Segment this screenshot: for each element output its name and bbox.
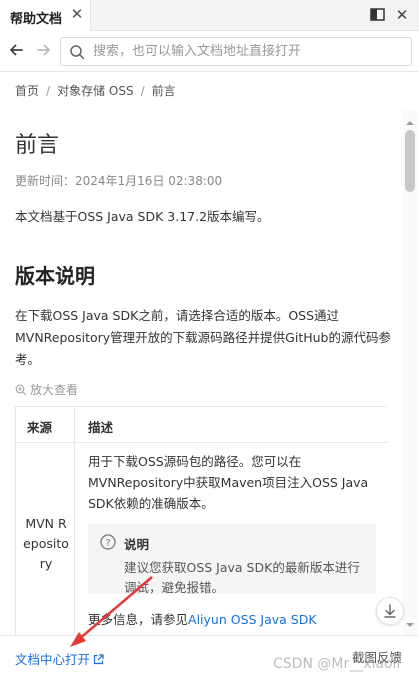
table-header: 来源 描述 [16,407,388,443]
zoom-button[interactable]: 放大查看 [15,381,78,398]
section-description: 在下载OSS Java SDK之前，请选择合适的版本。OSS通过MVNRepos… [15,308,391,367]
external-link-icon [93,653,104,665]
source-cell: MVN Repository [23,516,69,571]
section-title: 版本说明 [15,264,95,288]
sdk-link[interactable]: Aliyun OSS Java SDK [188,612,317,627]
scroll-down-icon[interactable] [406,618,414,627]
header-description: 描述 [88,420,114,435]
description-cell: 用于下载OSS源码包的路径。您可以在MVNRepository中获取Maven项… [88,454,369,511]
open-in-doc-center-link[interactable]: 文档中心打开 [15,649,104,668]
open-in-doc-center-label: 文档中心打开 [15,652,91,667]
breadcrumb-oss[interactable]: 对象存储 OSS [57,84,134,98]
version-table: 来源 描述 MVN Repository 用于下载OSS源码包的路径。您可以在M… [15,406,388,635]
tab-title: 帮助文档 [10,12,63,27]
scroll-up-icon[interactable] [406,116,414,125]
zoom-in-icon [15,384,27,396]
note-body: 建议您获取OSS Java SDK的最新版本进行调试，避免报错。 [124,560,360,595]
scroll-to-bottom-button[interactable] [376,597,404,625]
split-view-icon[interactable] [368,6,388,24]
close-icon[interactable]: ✕ [68,5,86,23]
zoom-label: 放大查看 [30,383,79,397]
tab-bar: 帮助文档 ✕ ✕ [0,0,419,31]
arrow-left-icon[interactable] [5,39,27,61]
screenshot-feedback-button[interactable]: 截图反馈 [352,647,402,666]
svg-text:?: ? [105,538,110,549]
scroll-thumb[interactable] [405,130,415,192]
navigation-bar [0,31,419,72]
intro-text: 本文档基于OSS Java SDK 3.17.2版本编写。 [15,209,270,224]
arrow-right-icon[interactable] [33,39,55,61]
note-box: ? 说明 建议您获取OSS Java SDK的最新版本进行调试，避免报错。 [88,524,376,595]
search-icon [69,44,85,60]
breadcrumb-current: 前言 [151,84,176,98]
update-time: 更新时间：2024年1月16日 02:38:00 [15,174,223,188]
question-icon: ? [100,534,116,550]
footer-bar: CSDN @Mr__xiaoli 文档中心打开 截图反馈 [0,635,419,679]
window-close-icon[interactable]: ✕ [392,6,412,24]
breadcrumb: 首页 / 对象存储 OSS / 前言 [15,82,176,99]
header-source: 来源 [27,420,53,435]
note-title: 说明 [124,537,150,552]
tab-help-docs[interactable]: 帮助文档 ✕ [0,0,91,31]
breadcrumb-home[interactable]: 首页 [15,84,39,98]
search-box[interactable] [60,37,412,66]
search-input[interactable] [93,41,403,62]
article-content[interactable]: 前言 更新时间：2024年1月16日 02:38:00 本文档基于OSS Jav… [0,110,402,635]
more-info-prefix: 更多信息，请参见 [88,612,189,627]
breadcrumb-separator: / [140,84,145,98]
breadcrumb-separator: / [46,84,51,98]
more-info: 更多信息，请参见Aliyun OSS Java SDK [88,609,317,628]
download-arrow-icon [384,604,396,618]
scrollbar[interactable] [403,110,417,635]
page-title: 前言 [15,133,60,158]
